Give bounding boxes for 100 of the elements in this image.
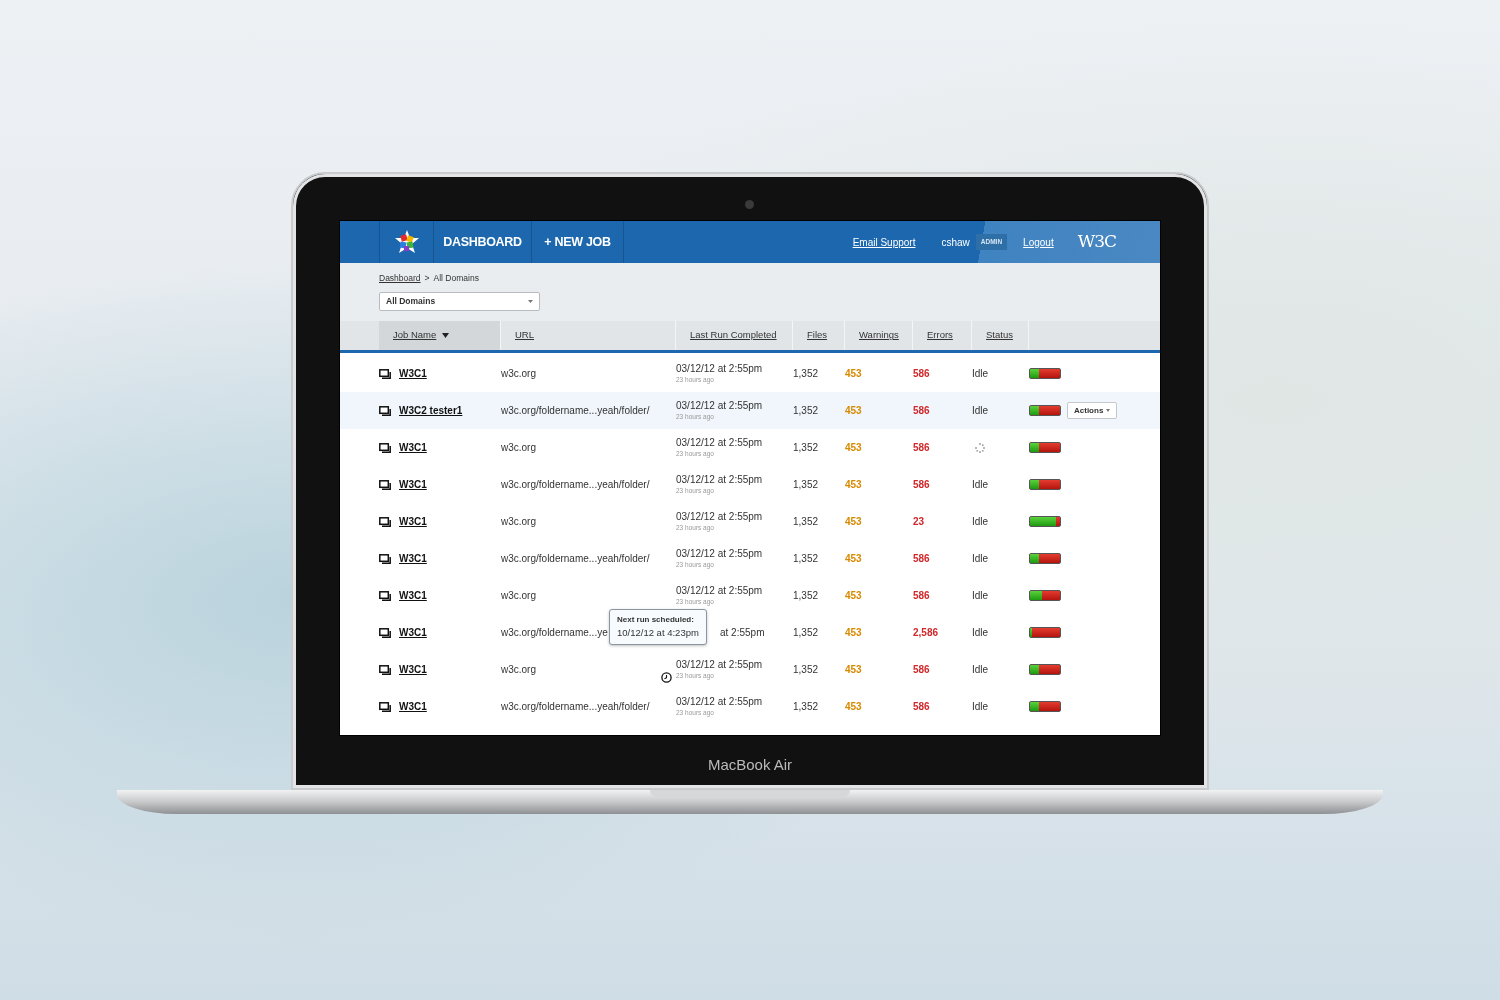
windows-icon (379, 479, 391, 490)
errors-count: 586 (913, 405, 930, 416)
files-count: 1,352 (793, 701, 819, 712)
url-text: w3c.org/foldername...yeah/folder/ (501, 479, 650, 490)
logout-link[interactable]: Logout (1023, 234, 1054, 250)
errors-count: 586 (913, 701, 930, 712)
url-text: w3c.org/foldername...yeah/folder/ (501, 405, 650, 416)
warnings-count: 453 (845, 368, 862, 379)
sort-caret-icon (442, 333, 450, 338)
date-text: 03/12/12 at 2:55pm (676, 362, 764, 375)
warnings-count: 453 (845, 553, 862, 564)
status-text: Idle (972, 479, 989, 490)
errors-count: 586 (913, 553, 930, 564)
tooltip-title: Next run scheduled: (617, 614, 695, 626)
warnings-count: 453 (845, 664, 862, 675)
files-count: 1,352 (793, 516, 819, 527)
warnings-count: 453 (845, 590, 862, 601)
url-text: w3c.org (501, 664, 536, 675)
windows-icon (379, 368, 391, 379)
job-name-link[interactable]: W3C1 (399, 366, 427, 381)
date-text: at 2:55pm (720, 626, 766, 639)
job-name-link[interactable]: W3C1 (399, 625, 427, 640)
job-name-link[interactable]: W3C1 (399, 588, 427, 603)
warnings-count: 453 (845, 516, 862, 527)
caret-icon (1105, 409, 1110, 413)
warnings-count: 453 (845, 442, 862, 453)
status-text: Idle (972, 701, 989, 712)
breadcrumb-link[interactable]: Dashboard (379, 272, 421, 285)
windows-icon (379, 590, 391, 601)
actions-button[interactable]: Actions (1067, 401, 1117, 420)
date-text: 03/12/12 at 2:55pm (676, 695, 764, 708)
url-text: w3c.org (501, 442, 536, 453)
domain-dropdown[interactable]: All Domains (379, 291, 540, 311)
job-name-link[interactable]: W3C1 (399, 440, 427, 455)
files-count: 1,352 (793, 627, 819, 638)
column-header[interactable]: Status (972, 321, 1029, 350)
windows-icon (379, 701, 391, 712)
breadcrumb-current: All Domains (433, 272, 479, 285)
errors-count: 586 (913, 368, 930, 379)
windows-icon (379, 627, 391, 638)
job-name-link[interactable]: W3C1 (399, 662, 427, 677)
files-count: 1,352 (793, 479, 819, 490)
date-text: 03/12/12 at 2:55pm (676, 473, 764, 486)
url-text: w3c.org (501, 368, 536, 379)
windows-icon (379, 553, 391, 564)
device-label: MacBook Air (707, 755, 793, 775)
column-header[interactable]: Files (793, 321, 845, 350)
url-text: w3c.org/foldername...yeah/folder/ (501, 701, 650, 712)
date-text: 03/12/12 at 2:55pm (676, 436, 764, 449)
warnings-count: 453 (845, 701, 862, 712)
url-text: w3c.org/foldername...ye (501, 627, 608, 638)
files-count: 1,352 (793, 368, 819, 379)
windows-icon (379, 516, 391, 527)
job-name-link[interactable]: W3C1 (399, 514, 427, 529)
errors-count: 586 (913, 442, 930, 453)
column-header[interactable]: Errors (913, 321, 972, 350)
files-count: 1,352 (793, 664, 819, 675)
status-text: Idle (972, 368, 989, 379)
date-text: 03/12/12 at 2:55pm (676, 510, 764, 523)
errors-count: 586 (913, 479, 930, 490)
column-header[interactable]: Job Name (379, 321, 501, 350)
breadcrumb-separator: > (424, 272, 430, 285)
status-text: Idle (972, 664, 989, 675)
date-text: 03/12/12 at 2:55pm (676, 584, 764, 597)
errors-count: 586 (913, 664, 930, 675)
errors-count: 586 (913, 590, 930, 601)
column-header[interactable]: URL (501, 321, 676, 350)
warnings-count: 453 (845, 405, 862, 416)
job-name-link[interactable]: W3C1 (399, 551, 427, 566)
status-text: Idle (972, 627, 989, 638)
star-logo-icon (393, 229, 420, 255)
tooltip-text: 10/12/12 at 4:23pm (617, 626, 699, 640)
column-header[interactable]: Warnings (845, 321, 913, 350)
job-name-link[interactable]: W3C2 tester1 (399, 403, 463, 418)
errors-count: 2,586 (913, 627, 939, 638)
files-count: 1,352 (793, 553, 819, 564)
url-text: w3c.org (501, 516, 536, 527)
date-text: 03/12/12 at 2:55pm (676, 658, 764, 671)
status-text: Idle (972, 405, 989, 416)
errors-count: 23 (913, 516, 925, 527)
clock-icon[interactable] (661, 671, 672, 683)
warnings-count: 453 (845, 627, 862, 638)
status-text: Idle (972, 553, 989, 564)
job-name-link[interactable]: W3C1 (399, 699, 427, 714)
windows-icon (379, 442, 391, 453)
files-count: 1,352 (793, 590, 819, 601)
windows-icon (379, 405, 391, 416)
email-support-link[interactable]: Email Support (852, 234, 916, 250)
windows-icon (379, 664, 391, 675)
status-text: Idle (972, 516, 989, 527)
status-text: Idle (972, 590, 989, 601)
date-text: 03/12/12 at 2:55pm (676, 399, 764, 412)
job-name-link[interactable]: W3C1 (399, 477, 427, 492)
caret-icon (528, 299, 533, 303)
column-header[interactable]: Last Run Completed (676, 321, 793, 350)
url-text: w3c.org/foldername...yeah/folder/ (501, 553, 650, 564)
table-row[interactable]: W3C1 w3c.org/foldername...ye Next run scheduled: 10/12/12 at 4:23pm at 2:55pm 1,352 453 2,586 Idle (340, 614, 1160, 651)
warnings-count: 453 (845, 479, 862, 490)
brand-logo: W3C (1077, 230, 1116, 254)
url-text: w3c.org (501, 590, 536, 601)
